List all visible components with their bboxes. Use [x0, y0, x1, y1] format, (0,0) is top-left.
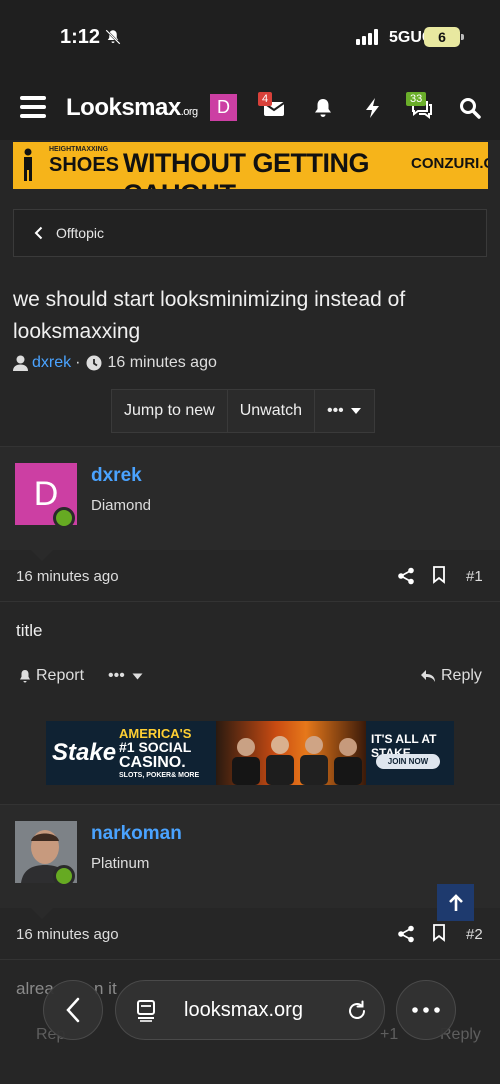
breadcrumb-label: Offtopic [56, 225, 104, 241]
post-more-button[interactable]: ••• [108, 667, 143, 685]
thread-author-link[interactable]: dxrek [32, 354, 71, 372]
ad-small-text: HEIGHTMAXXING [49, 146, 109, 153]
post-meta: 16 minutes ago #1 [0, 550, 500, 602]
post-meta: 16 minutes ago #2 [0, 908, 500, 960]
ad-join-button[interactable]: JOIN NOW [376, 754, 440, 769]
post-actions: Report ••• Reply [0, 657, 500, 697]
like-count[interactable]: +1 [380, 1026, 398, 1044]
report-label: Report [36, 667, 85, 684]
search-icon[interactable] [458, 96, 482, 120]
post-username[interactable]: narkoman [91, 823, 182, 845]
thread-button-group: Jump to new Unwatch ••• [111, 389, 375, 433]
more-dots: ••• [108, 667, 125, 684]
browser-back-button[interactable] [43, 980, 103, 1040]
bell-off-icon [105, 29, 121, 45]
alerts-badge: 33 [406, 92, 427, 106]
signal-icon [356, 29, 378, 45]
post-rank: Platinum [91, 855, 150, 872]
clock-icon [86, 355, 102, 371]
ad-banner-shoes[interactable]: HEIGHTMAXXING SHOES WITHOUT GETTING CAUG… [13, 142, 488, 189]
ad-line-4: SLOTS, POKER& MORE [119, 772, 200, 779]
online-indicator [53, 507, 75, 529]
user-avatar[interactable]: D [210, 94, 237, 121]
post-user-header: D dxrek Diamond [0, 446, 500, 550]
ad-people-image [232, 736, 362, 785]
inbox-badge: 4 [258, 92, 273, 106]
tab-overview-icon [137, 1000, 155, 1022]
thread-more-button[interactable]: ••• [315, 390, 374, 432]
post-time[interactable]: 16 minutes ago [16, 926, 119, 943]
scroll-to-top-button[interactable] [437, 884, 474, 921]
site-header: Looksmax.org D 4 33 [0, 76, 500, 140]
post-time[interactable]: 16 minutes ago [16, 568, 119, 585]
ad-brand: Stake [52, 739, 117, 766]
caret-down-icon [132, 673, 143, 680]
reload-icon[interactable] [346, 1000, 368, 1022]
browser-url[interactable]: looksmax.org [184, 999, 303, 1022]
battery-icon: 6 [424, 27, 464, 47]
bookmark-icon[interactable] [432, 566, 446, 584]
person-icon [24, 148, 32, 181]
ad-product: SHOES [49, 154, 120, 176]
reply-icon [421, 670, 435, 682]
chevron-left-icon [34, 226, 43, 240]
more-horizontal-icon [412, 1007, 440, 1013]
reply-button[interactable]: Reply [420, 667, 482, 685]
ad-site: CONZURI.COM [411, 155, 488, 172]
lightning-icon[interactable] [361, 96, 385, 120]
bell-icon[interactable] [311, 96, 335, 120]
post-username[interactable]: dxrek [91, 465, 142, 487]
post-rank: Diamond [91, 497, 152, 514]
jump-to-new-button[interactable]: Jump to new [112, 390, 228, 432]
ad-banner-stake[interactable]: Stake AMERICA'S #1 SOCIAL CASINO. SLOTS,… [46, 721, 454, 785]
unwatch-button[interactable]: Unwatch [228, 390, 315, 432]
share-icon[interactable] [397, 567, 415, 585]
caret-down-icon [350, 408, 361, 414]
more-dots: ••• [326, 402, 344, 419]
browser-url-bar[interactable]: looksmax.org [115, 980, 385, 1040]
share-icon[interactable] [397, 925, 415, 943]
breadcrumb[interactable]: Offtopic [13, 209, 487, 257]
thread-title: we should start looksminimizing instead … [13, 288, 406, 343]
post-body: title [16, 621, 43, 640]
bookmark-icon[interactable] [432, 924, 446, 942]
thread-meta: dxrek · 16 minutes ago [13, 354, 217, 372]
user-icon [13, 355, 28, 371]
reply-label: Reply [441, 667, 482, 684]
site-logo[interactable]: Looksmax.org [66, 94, 198, 122]
post-number[interactable]: #1 [466, 568, 483, 585]
meta-separator: · [75, 354, 81, 371]
thread-time: 16 minutes ago [107, 354, 217, 371]
browser-menu-button[interactable] [396, 980, 456, 1040]
ad-line-2: #1 SOCIAL [119, 739, 192, 755]
arrow-up-icon [448, 893, 463, 911]
post-user-header: narkoman Platinum [0, 804, 500, 908]
online-indicator [53, 865, 75, 887]
ad-line-3: CASINO. [119, 754, 186, 771]
status-time: 1:12 [60, 26, 101, 48]
chevron-left-icon [66, 997, 80, 1023]
post-number[interactable]: #2 [466, 926, 483, 943]
report-button[interactable]: Report [18, 667, 84, 685]
menu-icon[interactable] [20, 96, 46, 118]
status-bar: 1:12 5GUC 6 [0, 0, 500, 76]
bell-icon [20, 669, 30, 682]
